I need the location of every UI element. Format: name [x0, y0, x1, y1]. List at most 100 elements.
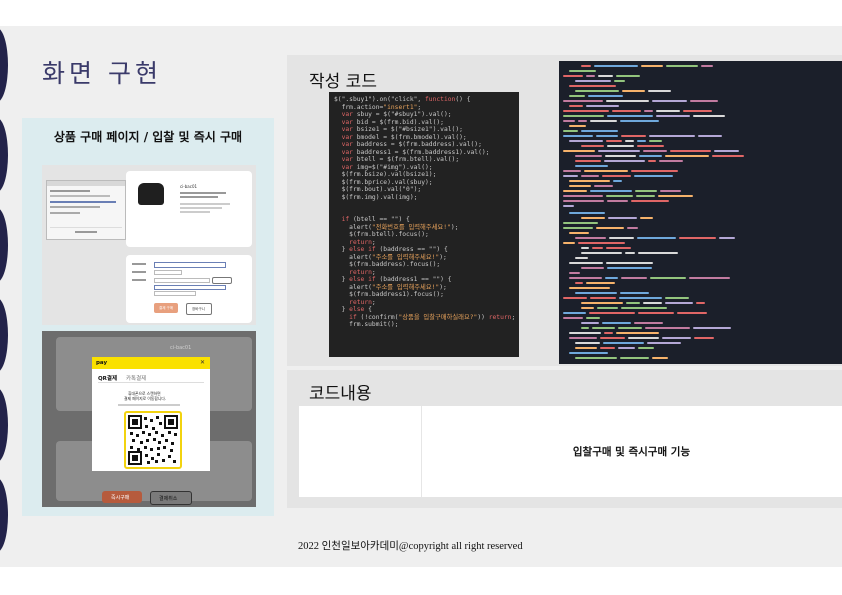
ide-code-line	[625, 252, 635, 254]
code-line: var baddress = $(frm.baddress).val();	[334, 141, 482, 148]
ide-code-line	[677, 312, 707, 314]
content-section-label: 코드내용	[309, 384, 372, 404]
code-line: var btell = $(frm.btell).val();	[334, 156, 460, 163]
ide-code-line	[635, 190, 657, 192]
code-line: alert("주소를 입력해주세요!");	[334, 253, 447, 261]
tab-qr-payment[interactable]: QR결제	[98, 374, 117, 382]
ide-code-line	[569, 212, 605, 214]
ide-code-line	[618, 347, 635, 349]
ide-code-line	[660, 190, 681, 192]
ide-code-line	[563, 120, 575, 122]
ide-code-line	[679, 237, 716, 239]
content-section: 코드내용 입찰구매 및 즉시구매 기능	[287, 370, 842, 508]
ide-code-line	[698, 135, 722, 137]
ide-code-line	[569, 352, 608, 354]
code-line: var img=$("#img").val();	[334, 163, 433, 171]
ide-code-line	[563, 205, 574, 207]
ide-code-line	[666, 65, 698, 67]
ide-code-line	[634, 175, 673, 177]
ide-code-line	[606, 100, 649, 102]
code-line: } else {	[334, 306, 372, 313]
ide-code-line	[575, 257, 588, 259]
ide-code-line	[621, 277, 647, 279]
close-icon[interactable]: ✕	[200, 359, 205, 366]
ide-code-line	[586, 282, 615, 284]
ide-code-line	[644, 110, 653, 112]
ide-code-line	[563, 175, 578, 177]
code-line: var baddress1 = $(frm.baddress1).val();	[334, 148, 490, 156]
ide-code-line	[648, 160, 656, 162]
ide-code-line	[631, 170, 678, 172]
ide-code-line	[714, 150, 739, 152]
qr-instruction-2: 결제 페이지로 이동합니다.	[124, 396, 167, 401]
ide-code-line	[658, 195, 693, 197]
ide-code-line	[606, 140, 622, 142]
ide-code-line	[607, 145, 634, 147]
ide-code-line	[575, 347, 597, 349]
ide-code-line	[634, 322, 663, 324]
ide-code-line	[590, 120, 617, 122]
content-table: 입찰구매 및 즉시구매 기능	[299, 406, 842, 497]
ide-code-line	[621, 307, 667, 309]
ide-code-line	[636, 195, 655, 197]
kakaopay-logo: pay	[96, 360, 108, 366]
ide-code-line	[638, 252, 678, 254]
ide-code-line	[569, 95, 585, 97]
ide-code-line	[606, 262, 653, 264]
footer-copyright: 2022 인천일보아카데미@copyright all right reserv…	[298, 541, 523, 552]
panel-heading: 상품 구매 페이지 / 입찰 및 즉시 구매	[53, 130, 243, 144]
ide-code-line	[639, 155, 662, 157]
cancel-payment-button[interactable]: 결제취소	[150, 491, 192, 505]
ide-code-line	[628, 337, 659, 339]
ide-code-line	[662, 337, 691, 339]
ide-code-line	[569, 125, 586, 127]
ide-code-line	[563, 135, 593, 137]
ide-code-line	[602, 175, 631, 177]
ide-code-line	[596, 135, 618, 137]
ide-code-line	[592, 247, 603, 249]
code-line: return;	[334, 298, 376, 306]
code-line: var bmodel = $(frm.bmodel).val();	[334, 133, 467, 141]
qr-code	[124, 411, 182, 469]
ide-code-line	[575, 165, 608, 167]
ide-code-line	[563, 317, 583, 319]
instant-buy-button[interactable]: 즉시구매	[102, 491, 142, 503]
ide-code-line	[607, 267, 652, 269]
ide-code-line	[563, 200, 604, 202]
ide-code-line	[608, 217, 637, 219]
bid-buy-button[interactable]: 결제 구매	[154, 303, 178, 313]
ide-code-line	[563, 150, 595, 152]
ide-code-line	[563, 170, 581, 172]
ide-code-line	[650, 277, 686, 279]
ide-code-line	[578, 120, 587, 122]
ide-code-line	[563, 100, 603, 102]
ide-code-line	[622, 90, 645, 92]
cart-button[interactable]: 장바구니	[186, 303, 212, 315]
tab-kakaotalk-payment[interactable]: 카톡결제	[126, 374, 146, 382]
page-title: 화면 구현	[42, 59, 162, 88]
ide-code-line	[701, 65, 713, 67]
ide-code-line	[581, 175, 599, 177]
ide-code-line	[631, 200, 669, 202]
ide-code-line	[581, 252, 622, 254]
ide-code-line	[604, 160, 645, 162]
ide-code-line	[569, 277, 602, 279]
ide-code-line	[609, 237, 634, 239]
ide-code-line	[581, 217, 605, 219]
product-page-screenshot: ci-bac01 결제 구매 장바구니	[42, 165, 256, 325]
code-line: $(frm.bsize).val(bsize1);	[334, 171, 437, 178]
ide-code-line	[581, 322, 599, 324]
ide-code-line	[581, 65, 591, 67]
ide-code-line	[569, 105, 583, 107]
code-line: } else if (baddress == "") {	[334, 246, 448, 253]
ide-code-line	[696, 302, 705, 304]
code-line: if (btell == "") {	[334, 216, 410, 223]
ide-code-line	[563, 222, 598, 224]
ide-code-line	[569, 85, 616, 87]
ide-code-line	[638, 312, 674, 314]
ide-code-line	[569, 272, 580, 274]
ide-code-line	[569, 287, 610, 289]
ide-code-line	[586, 317, 600, 319]
ide-code-line	[597, 307, 618, 309]
